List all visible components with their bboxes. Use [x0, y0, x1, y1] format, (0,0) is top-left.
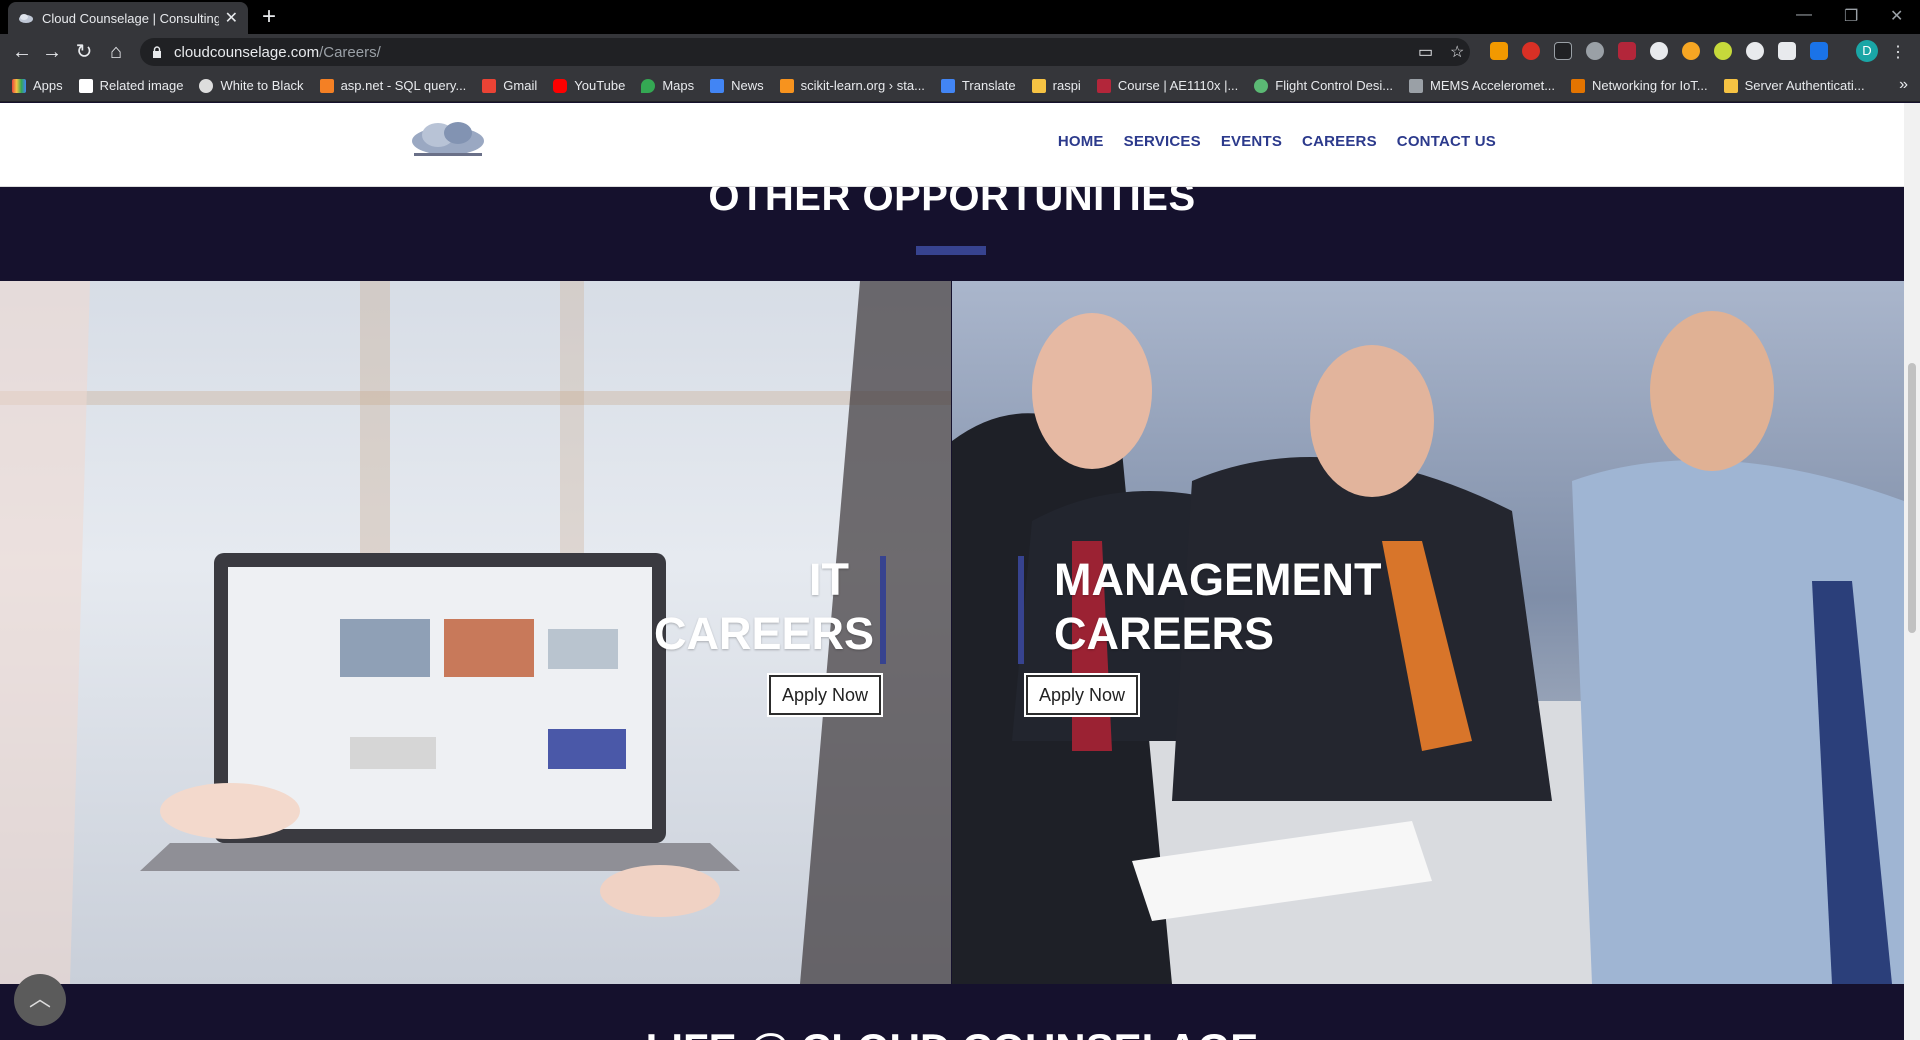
bookmark-item[interactable]: YouTube — [553, 78, 625, 93]
page-viewport: HOME SERVICES EVENTS CAREERS CONTACT US … — [0, 103, 1904, 1040]
bookmark-item[interactable]: Course | AE1110x |... — [1096, 78, 1238, 93]
react-extension-icon[interactable] — [1746, 42, 1764, 60]
nav-services[interactable]: SERVICES — [1124, 133, 1201, 150]
maps-pin-icon — [641, 78, 656, 93]
nav-home[interactable]: HOME — [1058, 133, 1104, 150]
ui-extension-icon[interactable] — [1810, 42, 1828, 60]
it-accent-bar — [880, 556, 886, 664]
it-careers-heading: IT CAREERS — [654, 554, 875, 659]
scrollbar-thumb[interactable] — [1908, 363, 1916, 633]
nav-events[interactable]: EVENTS — [1221, 133, 1282, 150]
extension-icon[interactable] — [1650, 42, 1668, 60]
management-accent-bar — [1018, 556, 1024, 664]
cloud-favicon-icon — [19, 14, 33, 23]
site-header: HOME SERVICES EVENTS CAREERS CONTACT US — [0, 103, 1904, 187]
extension-icon[interactable] — [1522, 42, 1540, 60]
bookmark-item[interactable]: scikit-learn.org › sta... — [779, 78, 925, 93]
extension-icon[interactable] — [1714, 42, 1732, 60]
bookmark-item[interactable]: Apps — [12, 78, 63, 93]
youtube-icon — [553, 78, 568, 93]
url-host: cloudcounselage.com — [174, 43, 320, 61]
bookmark-item[interactable]: Gmail — [482, 78, 537, 93]
bookmark-item[interactable]: Related image — [78, 78, 183, 93]
restore-icon[interactable]: ❐ — [1844, 6, 1858, 26]
translate-icon — [940, 78, 955, 93]
management-careers-heading: MANAGEMENT CAREERS — [1054, 554, 1382, 659]
bookmark-item[interactable]: asp.net - SQL query... — [319, 78, 466, 93]
minimize-icon[interactable]: — — [1796, 6, 1812, 24]
extension-icon[interactable] — [1490, 42, 1508, 60]
nav-contact-us[interactable]: CONTACT US — [1397, 133, 1496, 150]
bookmark-item[interactable]: Networking for IoT... — [1571, 78, 1708, 93]
apps-grid-icon — [12, 78, 26, 93]
bookmark-favicon-icon — [1723, 78, 1738, 93]
back-to-top-icon[interactable]: ︿ — [14, 974, 66, 1026]
tab-close-icon[interactable]: ✕ — [225, 8, 238, 28]
new-tab-button[interactable]: + — [262, 4, 276, 30]
address-bar[interactable]: cloudcounselage.com/Careers/ — [140, 38, 1470, 66]
terminal-extension-icon[interactable] — [1554, 42, 1572, 60]
browser-tab[interactable]: Cloud Counselage | Consulting, / ✕ — [8, 2, 248, 34]
management-apply-now-button[interactable]: Apply Now — [1024, 673, 1140, 717]
lock-icon — [153, 46, 161, 58]
main-nav: HOME SERVICES EVENTS CAREERS CONTACT US — [1058, 133, 1496, 150]
back-icon[interactable]: ← — [10, 40, 34, 64]
bookmark-favicon-icon — [1409, 78, 1424, 93]
extension-icon[interactable] — [1586, 42, 1604, 60]
bookmark-item[interactable]: Translate — [940, 78, 1016, 93]
bookmark-item[interactable]: Server Authenticati... — [1723, 78, 1865, 93]
close-window-icon[interactable]: ✕ — [1890, 6, 1903, 26]
home-icon[interactable]: ⌂ — [104, 40, 128, 64]
url-path: /Careers/ — [319, 43, 381, 61]
page-scrollbar[interactable] — [1904, 103, 1920, 1040]
reload-icon[interactable]: ↻ — [72, 40, 96, 64]
stackoverflow-icon — [319, 78, 334, 93]
forward-icon[interactable]: → — [40, 40, 64, 64]
folder-icon — [1031, 78, 1046, 93]
bookmark-item[interactable]: MEMS Acceleromet... — [1409, 78, 1555, 93]
it-careers-panel: IT CAREERS Apply Now — [0, 281, 951, 984]
news-icon — [710, 78, 725, 93]
nav-careers[interactable]: CAREERS — [1302, 133, 1377, 150]
extension-icon[interactable] — [1618, 42, 1636, 60]
bookmark-item[interactable]: Maps — [641, 78, 694, 93]
bookmarks-bar: Apps Related image White to Black asp.ne… — [0, 70, 1920, 102]
scikit-learn-icon — [779, 78, 794, 93]
life-section-title: LIFE @ CLOUD COUNSELAGE — [0, 1025, 1904, 1040]
bookmark-item[interactable]: White to Black — [199, 78, 304, 93]
bookmark-star-icon[interactable]: ☆ — [1450, 42, 1464, 62]
title-underline — [916, 246, 986, 255]
bookmark-favicon-icon — [78, 78, 93, 93]
edx-icon — [1096, 78, 1111, 93]
bookmark-favicon-icon — [199, 78, 214, 93]
gmail-icon — [482, 78, 497, 93]
it-apply-now-button[interactable]: Apply Now — [767, 673, 883, 717]
bookmark-favicon-icon — [1571, 78, 1586, 93]
browser-titlebar: Cloud Counselage | Consulting, / ✕ + — ❐… — [0, 0, 1920, 34]
bookmark-item[interactable]: News — [710, 78, 764, 93]
menu-kebab-icon[interactable]: ⋮ — [1890, 42, 1906, 62]
more-bookmarks-icon[interactable]: » — [1899, 76, 1908, 94]
extension-icon[interactable] — [1778, 42, 1796, 60]
bookmark-favicon-icon — [1254, 78, 1269, 93]
management-careers-panel: MANAGEMENT CAREERS Apply Now — [952, 281, 1904, 984]
profile-avatar[interactable]: D — [1856, 40, 1878, 62]
cookie-extension-icon[interactable] — [1682, 42, 1700, 60]
bookmark-item[interactable]: raspi — [1031, 78, 1081, 93]
cast-icon[interactable]: ▭ — [1418, 42, 1433, 62]
cloud-counselage-logo[interactable] — [408, 117, 488, 163]
bookmark-item[interactable]: Flight Control Desi... — [1254, 78, 1393, 93]
tab-title: Cloud Counselage | Consulting, / — [42, 10, 219, 26]
